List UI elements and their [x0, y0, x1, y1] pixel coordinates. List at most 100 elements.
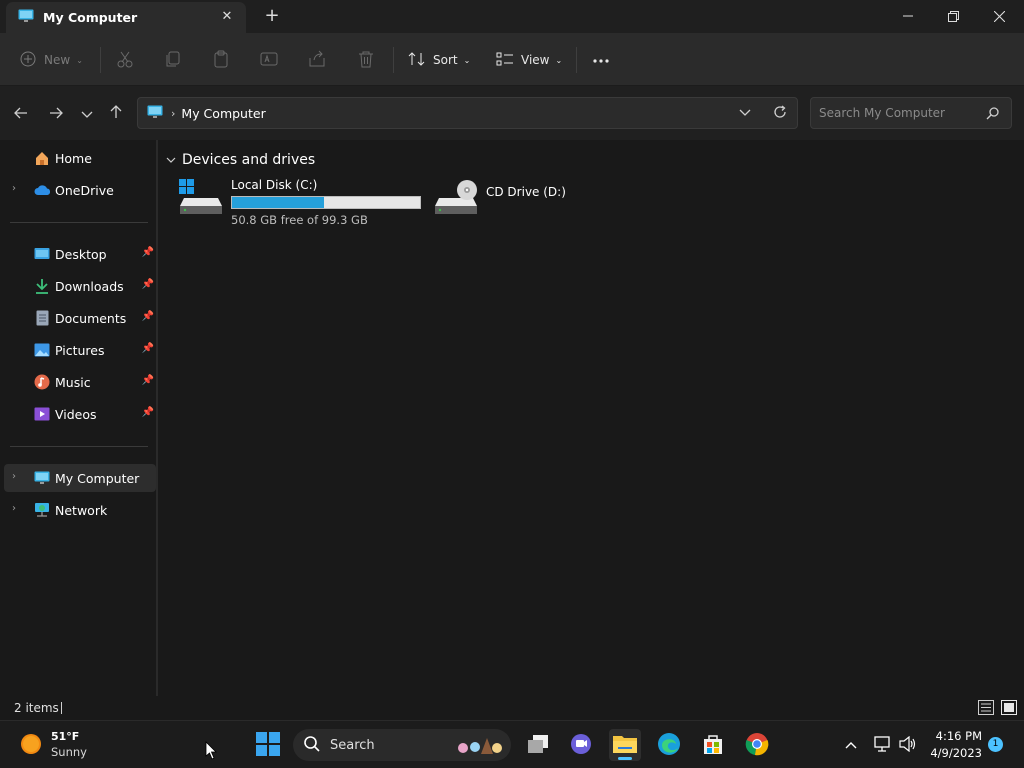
download-icon — [34, 278, 50, 294]
minimize-button[interactable] — [885, 0, 931, 32]
sidebar-item-label: Downloads — [55, 278, 124, 294]
search-box[interactable] — [810, 97, 1012, 129]
arrow-right-icon — [49, 105, 63, 123]
sidebar-item-label: Pictures — [55, 342, 105, 358]
pin-icon[interactable]: 📌 — [142, 343, 154, 354]
chevron-right-icon[interactable]: › — [12, 503, 16, 514]
sidebar-item-onedrive[interactable]: › OneDrive — [4, 176, 156, 204]
search-icon[interactable] — [986, 107, 999, 123]
sidebar-item-label: OneDrive — [55, 182, 114, 198]
refresh-icon[interactable] — [773, 105, 787, 122]
navigation-pane: Home › OneDrive Desktop 📌 Downloads 📌 Do… — [0, 140, 158, 696]
more-options-button[interactable] — [592, 47, 610, 73]
ethernet-icon — [874, 735, 892, 755]
rename-button[interactable] — [260, 47, 278, 73]
sidebar-item-music[interactable]: Music 📌 — [4, 368, 156, 396]
start-button[interactable] — [252, 729, 284, 761]
sidebar-item-label: Music — [55, 374, 91, 390]
task-view-button[interactable] — [522, 729, 554, 761]
breadcrumb-chevron-icon: › — [171, 106, 176, 120]
show-hidden-icons-button[interactable] — [836, 729, 866, 761]
breadcrumb-location[interactable]: My Computer — [181, 106, 265, 121]
sidebar-item-label: Documents — [55, 310, 127, 326]
edge-browser-button[interactable] — [653, 729, 685, 761]
sidebar-item-network[interactable]: › Network — [4, 496, 156, 524]
pin-icon[interactable]: 📌 — [142, 311, 154, 322]
chevron-right-icon[interactable]: › — [12, 471, 16, 482]
chat-icon — [569, 733, 593, 758]
chevron-down-icon[interactable] — [166, 152, 176, 168]
sort-button[interactable]: Sort ⌄ — [408, 47, 470, 73]
computer-icon — [34, 470, 50, 486]
new-button[interactable]: New ⌄ — [20, 47, 83, 73]
sidebar-item-videos[interactable]: Videos 📌 — [4, 400, 156, 428]
chevron-down-icon — [81, 105, 93, 123]
sort-icon — [408, 51, 426, 70]
speaker-icon — [899, 735, 917, 755]
search-input[interactable] — [819, 106, 979, 120]
pin-icon[interactable]: 📌 — [142, 407, 154, 418]
drive-item-c[interactable]: Local Disk (C:) 50.8 GB free of 99.3 GB — [178, 178, 421, 227]
sidebar-item-my-computer[interactable]: › My Computer — [4, 464, 156, 492]
chat-button[interactable] — [565, 729, 597, 761]
taskbar-search[interactable]: Search — [293, 729, 511, 761]
forward-button[interactable] — [45, 103, 67, 125]
share-button[interactable] — [308, 47, 326, 73]
address-bar[interactable]: › My Computer — [137, 97, 798, 129]
pin-icon[interactable]: 📌 — [142, 375, 154, 386]
notification-badge[interactable]: 1 — [988, 737, 1003, 752]
cut-button[interactable] — [116, 47, 134, 73]
delete-button[interactable] — [357, 47, 375, 73]
chrome-button[interactable] — [741, 729, 773, 761]
chrome-icon — [745, 732, 769, 759]
drive-item-d[interactable]: CD Drive (D:) — [433, 178, 566, 218]
group-header-devices[interactable]: Devices and drives — [166, 152, 315, 168]
drive-free-space: 50.8 GB free of 99.3 GB — [231, 213, 368, 227]
details-view-icon[interactable] — [978, 700, 994, 718]
address-dropdown-icon[interactable] — [739, 106, 751, 120]
music-icon — [34, 374, 50, 390]
rename-icon — [260, 50, 278, 71]
recent-locations-button[interactable] — [76, 103, 98, 125]
new-tab-button[interactable]: + — [262, 6, 282, 26]
tiles-view-icon[interactable] — [1001, 700, 1017, 718]
sidebar-item-downloads[interactable]: Downloads 📌 — [4, 272, 156, 300]
up-button[interactable] — [105, 103, 127, 125]
tab-my-computer[interactable]: My Computer ✕ — [6, 2, 246, 33]
close-window-button[interactable] — [976, 0, 1022, 32]
pin-icon[interactable]: 📌 — [142, 279, 154, 290]
mouse-cursor-icon — [205, 741, 217, 763]
toolbar-divider — [576, 47, 577, 73]
scissors-icon — [116, 50, 134, 71]
sidebar-divider — [10, 222, 148, 223]
sidebar-item-label: Videos — [55, 406, 97, 422]
cd-drive-icon — [433, 178, 481, 218]
close-tab-icon[interactable]: ✕ — [218, 8, 236, 26]
clock[interactable]: 4:16 PM 4/9/2023 — [928, 729, 982, 760]
network-status-button[interactable] — [869, 729, 897, 761]
store-button[interactable] — [697, 729, 729, 761]
drive-usage-bar — [231, 196, 421, 209]
back-button[interactable] — [10, 103, 32, 125]
paste-button[interactable] — [212, 47, 230, 73]
chevron-down-icon: ⌄ — [463, 55, 471, 65]
drive-name: CD Drive (D:) — [486, 185, 566, 199]
pin-icon[interactable]: 📌 — [142, 247, 154, 258]
sidebar-item-home[interactable]: Home — [4, 144, 156, 172]
status-divider — [61, 702, 62, 714]
sidebar-item-documents[interactable]: Documents 📌 — [4, 304, 156, 332]
volume-button[interactable] — [894, 729, 922, 761]
restore-button[interactable] — [930, 0, 976, 32]
sidebar-item-desktop[interactable]: Desktop 📌 — [4, 240, 156, 268]
weather-widget[interactable]: 51°F Sunny — [20, 730, 87, 759]
file-explorer-button[interactable] — [609, 729, 641, 761]
copy-icon — [164, 50, 182, 71]
arrow-up-icon — [110, 105, 122, 123]
clock-time: 4:16 PM — [935, 729, 982, 743]
chevron-right-icon[interactable]: › — [12, 183, 16, 194]
view-button[interactable]: View ⌄ — [496, 47, 562, 73]
sidebar-item-pictures[interactable]: Pictures 📌 — [4, 336, 156, 364]
copy-button[interactable] — [164, 47, 182, 73]
clipboard-icon — [212, 50, 230, 71]
group-title: Devices and drives — [182, 152, 316, 168]
